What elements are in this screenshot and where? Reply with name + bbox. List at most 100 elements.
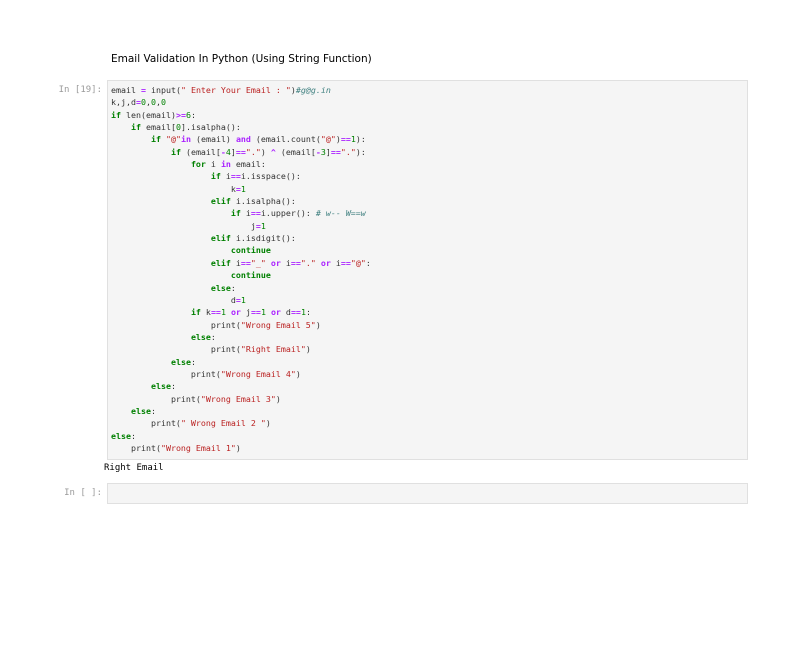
code-editor[interactable]: email = input(" Enter Your Email : ")#g@…: [111, 84, 371, 454]
code-number: 0: [160, 97, 166, 108]
code-text: i: [220, 171, 231, 182]
code-text: i.upper():: [260, 208, 316, 219]
code-line: else:: [111, 356, 371, 368]
code-line: else:: [111, 430, 371, 442]
cell-prompt: In [19]:: [58, 85, 102, 95]
code-operator: ==: [340, 134, 351, 145]
code-text: i.isalpha():: [230, 196, 296, 207]
code-operator: ==: [240, 257, 251, 268]
code-text: :: [230, 282, 236, 293]
code-line: if (email[-4]==".") ^ (email[-3]=="."):: [111, 146, 371, 158]
code-operator: ==: [235, 146, 246, 157]
code-text: :: [170, 381, 176, 392]
code-string: " Enter Your Email : ": [180, 85, 291, 95]
code-text: j: [240, 307, 251, 318]
code-line: else:: [111, 405, 371, 417]
code-number: 1: [240, 294, 246, 305]
code-text: ): [305, 344, 311, 355]
code-text: d: [280, 307, 291, 318]
code-line: if k==1 or j==1 or d==1:: [111, 306, 371, 318]
code-text: email: [111, 85, 141, 95]
code-string: " Wrong Email 2 ": [180, 418, 266, 429]
code-comment: #g@g.in: [295, 85, 331, 95]
code-text: j: [111, 220, 256, 231]
code-operator: ==: [230, 171, 241, 182]
code-text: email:: [230, 159, 266, 170]
code-operator: ==: [330, 146, 341, 157]
code-keyword: if: [190, 307, 201, 318]
code-line: else:: [111, 331, 371, 343]
code-line: if email[0].isalpha():: [111, 121, 371, 133]
code-line: elif i.isalpha():: [111, 195, 371, 207]
code-keyword: else: [210, 282, 231, 293]
code-string: "Right Email": [240, 344, 306, 355]
code-line: if i==i.upper(): # w-- W==w: [111, 207, 371, 219]
code-string: "Wrong Email 3": [200, 393, 276, 404]
code-text: (email[: [180, 146, 221, 157]
code-text: i.isdigit():: [230, 233, 296, 244]
code-line: for i in email:: [111, 158, 371, 170]
code-keyword: else: [150, 381, 171, 392]
code-text: print(: [111, 319, 241, 330]
code-string: ".": [245, 146, 261, 157]
code-keyword: elif: [210, 196, 231, 207]
code-keyword: if: [170, 146, 181, 157]
code-keyword: if: [210, 171, 221, 182]
code-keyword: else: [111, 430, 131, 441]
code-text: i: [205, 159, 221, 170]
code-text: print(: [111, 344, 241, 355]
code-text: :: [150, 405, 156, 416]
empty-code-cell-input[interactable]: [107, 483, 748, 504]
code-line: print("Wrong Email 5"): [111, 319, 371, 331]
code-text: len(email): [121, 109, 176, 120]
code-line: elif i.isdigit():: [111, 232, 371, 244]
code-text: i.isspace():: [240, 171, 301, 182]
code-line: j=1: [111, 220, 371, 232]
code-text: d: [111, 294, 236, 305]
code-line: print("Wrong Email 1"): [111, 442, 371, 454]
code-string: "@": [320, 134, 336, 145]
code-operator: or: [270, 307, 281, 318]
code-operator: ==: [340, 257, 351, 268]
code-operator: in: [180, 134, 191, 145]
code-number: 1: [240, 183, 246, 194]
code-text: email[: [140, 122, 176, 133]
code-keyword: if: [130, 122, 141, 133]
code-text: (email[: [275, 146, 316, 157]
code-line: if i==i.isspace():: [111, 170, 371, 182]
code-comment: # w-- W==w: [315, 208, 366, 219]
code-string: ".": [340, 146, 356, 157]
code-string: "Wrong Email 5": [240, 319, 316, 330]
code-text: k,j,d: [111, 97, 136, 108]
code-text: :: [130, 430, 136, 441]
code-text: ): [265, 418, 271, 429]
code-text: k: [200, 307, 211, 318]
code-keyword: else: [130, 405, 151, 416]
code-line: print("Wrong Email 4"): [111, 368, 371, 380]
empty-cell-prompt: In [ ]:: [64, 488, 102, 498]
code-text: ): [260, 146, 271, 157]
code-string: "Wrong Email 4": [220, 368, 296, 379]
code-text: ): [235, 442, 241, 453]
code-line: k=1: [111, 183, 371, 195]
code-keyword: if: [150, 134, 161, 145]
code-line: print("Wrong Email 3"): [111, 393, 371, 405]
code-operator: ==: [250, 208, 261, 219]
code-text: :: [190, 356, 196, 367]
code-text: :: [210, 331, 216, 342]
